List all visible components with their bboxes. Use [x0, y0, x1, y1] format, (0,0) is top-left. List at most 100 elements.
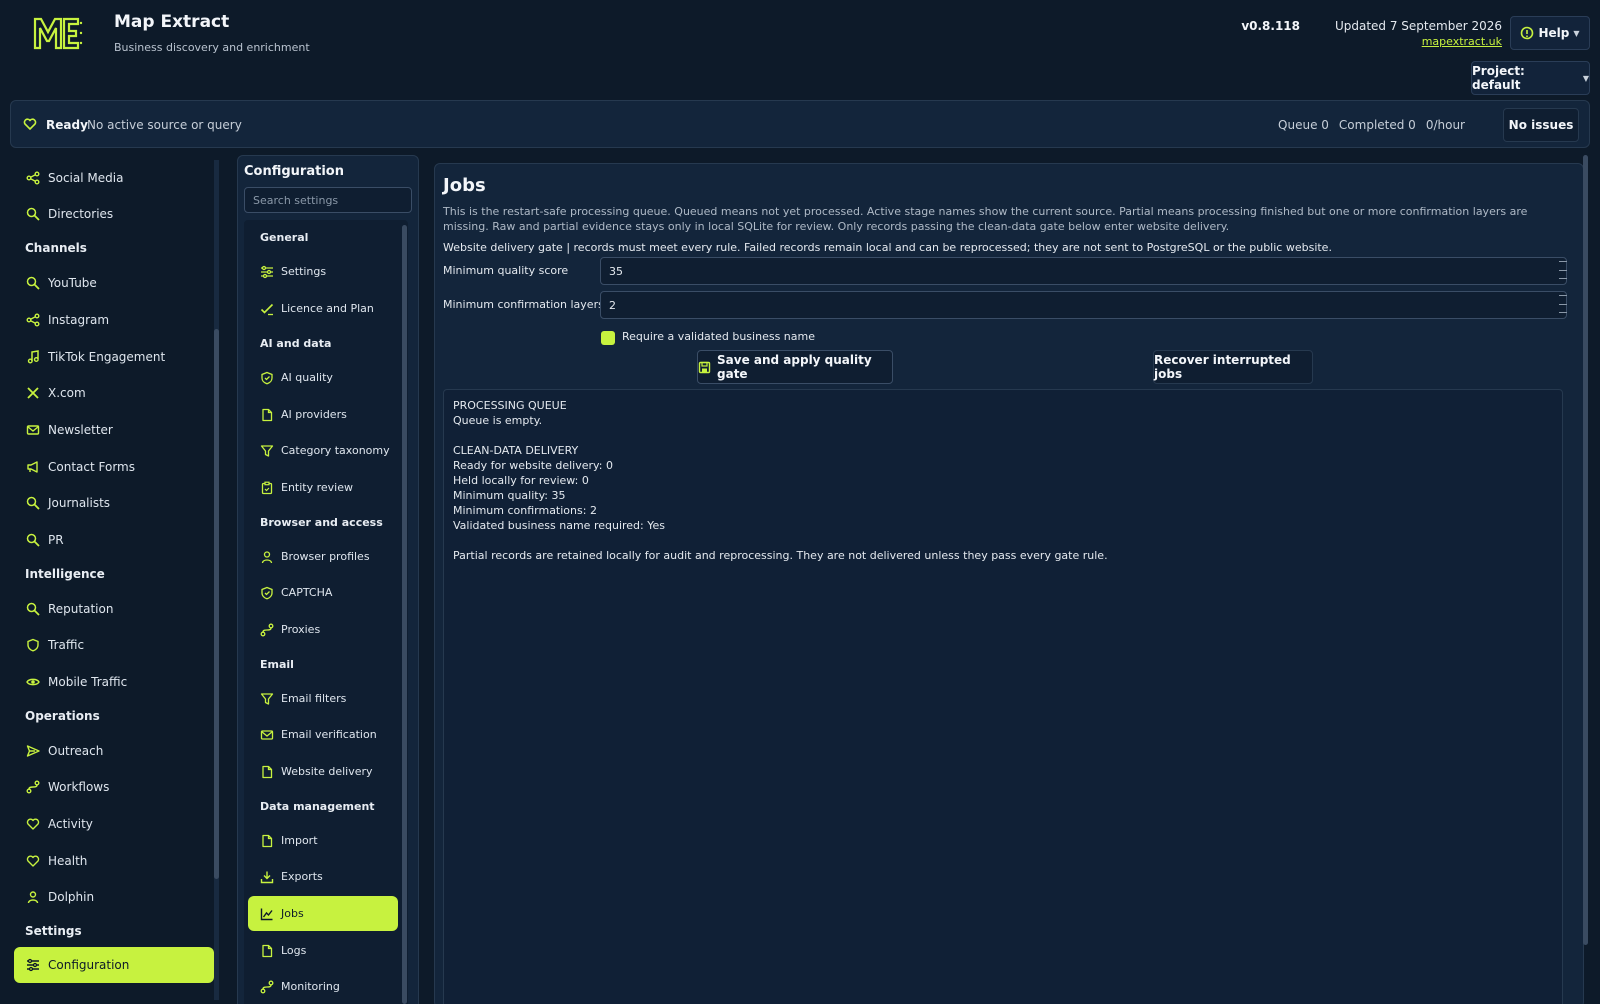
- user-icon: [26, 890, 40, 904]
- stepper-icon[interactable]: [1559, 261, 1567, 279]
- nav-heading-settings: Settings: [25, 924, 82, 938]
- rate-count: 0/hour: [1425, 118, 1465, 132]
- project-label: Project: default: [1472, 64, 1525, 92]
- file-icon: [260, 834, 274, 848]
- nav-item-instagram[interactable]: Instagram: [14, 302, 214, 338]
- nav-label: Health: [48, 854, 88, 868]
- min-confirm-row: [435, 291, 1575, 319]
- sidebar-scrollbar-thumb[interactable]: [214, 329, 219, 879]
- issues-button[interactable]: No issues: [1503, 108, 1579, 142]
- main-scrollbar[interactable]: [1583, 155, 1588, 945]
- config-label: Import: [281, 834, 318, 847]
- config-item-settings[interactable]: Settings: [248, 254, 398, 289]
- require-name-checkbox[interactable]: [601, 331, 615, 345]
- shield-icon: [26, 638, 40, 652]
- nav-label: Activity: [48, 817, 93, 831]
- chevron-down-icon: ▼: [1582, 73, 1589, 83]
- config-item-proxies[interactable]: Proxies: [248, 612, 398, 647]
- nav-item-mobile-traffic[interactable]: Mobile Traffic: [14, 664, 214, 700]
- left-sidebar: Social Media Directories Channels YouTub…: [10, 155, 224, 1004]
- nav-label: Workflows: [48, 780, 110, 794]
- config-item-licence[interactable]: Licence and Plan: [248, 291, 398, 326]
- output-line: Partial records are retained locally for…: [453, 549, 1108, 562]
- output-line: Held locally for review: 0: [453, 474, 589, 487]
- nav-label: TikTok Engagement: [48, 350, 166, 364]
- nav-item-pr[interactable]: PR: [14, 522, 214, 558]
- status-counts: Queue 0 Completed 0 0/hour: [1278, 118, 1465, 132]
- send-icon: [26, 744, 40, 758]
- nav-item-newsletter[interactable]: Newsletter: [14, 412, 214, 448]
- output-line: CLEAN-DATA DELIVERY: [453, 444, 579, 457]
- nav-item-journalists[interactable]: Journalists: [14, 485, 214, 521]
- nav-label: PR: [48, 533, 64, 547]
- search-icon: [26, 496, 40, 510]
- recover-jobs-button[interactable]: Recover interrupted jobs: [1153, 350, 1313, 384]
- help-button[interactable]: Help ▼: [1510, 16, 1590, 50]
- config-heading-browser: Browser and access: [260, 516, 383, 529]
- nav-label: X.com: [48, 386, 86, 400]
- nav-heading-channels: Channels: [25, 241, 87, 255]
- nav-item-workflows[interactable]: Workflows: [14, 769, 214, 805]
- nav-heading-intelligence: Intelligence: [25, 567, 105, 581]
- config-label: Entity review: [281, 481, 353, 494]
- min-quality-input[interactable]: [600, 257, 1567, 285]
- nav-item-health[interactable]: Health: [14, 843, 214, 879]
- eye-icon: [26, 675, 40, 689]
- nav-label: Outreach: [48, 744, 104, 758]
- config-item-ai-quality[interactable]: AI quality: [248, 360, 398, 395]
- sliders-icon: [26, 958, 40, 972]
- config-label: Category taxonomy: [281, 444, 390, 457]
- settings-search-input[interactable]: [244, 187, 412, 213]
- shield-check-icon: [260, 586, 274, 600]
- config-nav-list: General Settings Licence and Plan AI and…: [244, 220, 408, 1004]
- filter-icon: [260, 692, 274, 706]
- config-item-email-filters[interactable]: Email filters: [248, 681, 398, 716]
- nav-item-traffic[interactable]: Traffic: [14, 627, 214, 663]
- nav-item-activity[interactable]: Activity: [14, 806, 214, 842]
- mail-icon: [26, 423, 40, 437]
- config-item-monitoring[interactable]: Monitoring: [248, 969, 398, 1004]
- config-label: Logs: [281, 944, 307, 957]
- nav-item-outreach[interactable]: Outreach: [14, 733, 214, 769]
- nav-item-dolphin[interactable]: Dolphin: [14, 879, 214, 915]
- config-item-website-delivery[interactable]: Website delivery: [248, 754, 398, 789]
- config-item-import[interactable]: Import: [248, 823, 398, 858]
- sliders-icon: [260, 265, 274, 279]
- help-label: Help: [1538, 26, 1570, 40]
- nav-item-directories[interactable]: Directories: [14, 196, 214, 232]
- search-icon: [26, 276, 40, 290]
- save-quality-gate-button[interactable]: Save and apply quality gate: [697, 350, 893, 384]
- nav-item-tiktok[interactable]: TikTok Engagement: [14, 339, 214, 375]
- config-item-captcha[interactable]: CAPTCHA: [248, 575, 398, 610]
- config-scrollbar[interactable]: [402, 225, 407, 1004]
- search-icon: [26, 207, 40, 221]
- nav-item-contact-forms[interactable]: Contact Forms: [14, 449, 214, 485]
- config-label: Website delivery: [281, 765, 373, 778]
- stepper-icon[interactable]: [1559, 295, 1567, 313]
- config-item-exports[interactable]: Exports: [248, 859, 398, 894]
- nav-label: YouTube: [48, 276, 97, 290]
- nav-item-youtube[interactable]: YouTube: [14, 265, 214, 301]
- config-item-entity-review[interactable]: Entity review: [248, 470, 398, 505]
- site-link[interactable]: mapextract.uk: [1422, 35, 1502, 48]
- nav-heading-operations: Operations: [25, 709, 100, 723]
- nav-item-reputation[interactable]: Reputation: [14, 591, 214, 627]
- project-selector[interactable]: Project: default ▼: [1471, 61, 1590, 95]
- nav-item-xcom[interactable]: X.com: [14, 375, 214, 411]
- nav-item-social-media[interactable]: Social Media: [14, 160, 214, 196]
- config-heading-email: Email: [260, 658, 294, 671]
- nav-item-configuration[interactable]: Configuration: [14, 947, 214, 983]
- config-label: Browser profiles: [281, 550, 370, 563]
- config-item-browser-profiles[interactable]: Browser profiles: [248, 539, 398, 574]
- config-item-logs[interactable]: Logs: [248, 933, 398, 968]
- config-item-ai-providers[interactable]: AI providers: [248, 397, 398, 432]
- workflow-icon: [260, 980, 274, 994]
- nav-label: Traffic: [48, 638, 85, 652]
- config-item-email-verification[interactable]: Email verification: [248, 717, 398, 752]
- config-item-jobs[interactable]: Jobs: [248, 896, 398, 931]
- config-heading-data: Data management: [260, 800, 375, 813]
- status-bar: Ready No active source or query Queue 0 …: [10, 100, 1590, 148]
- workflow-icon: [26, 780, 40, 794]
- min-confirm-input[interactable]: [600, 291, 1567, 319]
- config-item-category-taxonomy[interactable]: Category taxonomy: [248, 433, 398, 468]
